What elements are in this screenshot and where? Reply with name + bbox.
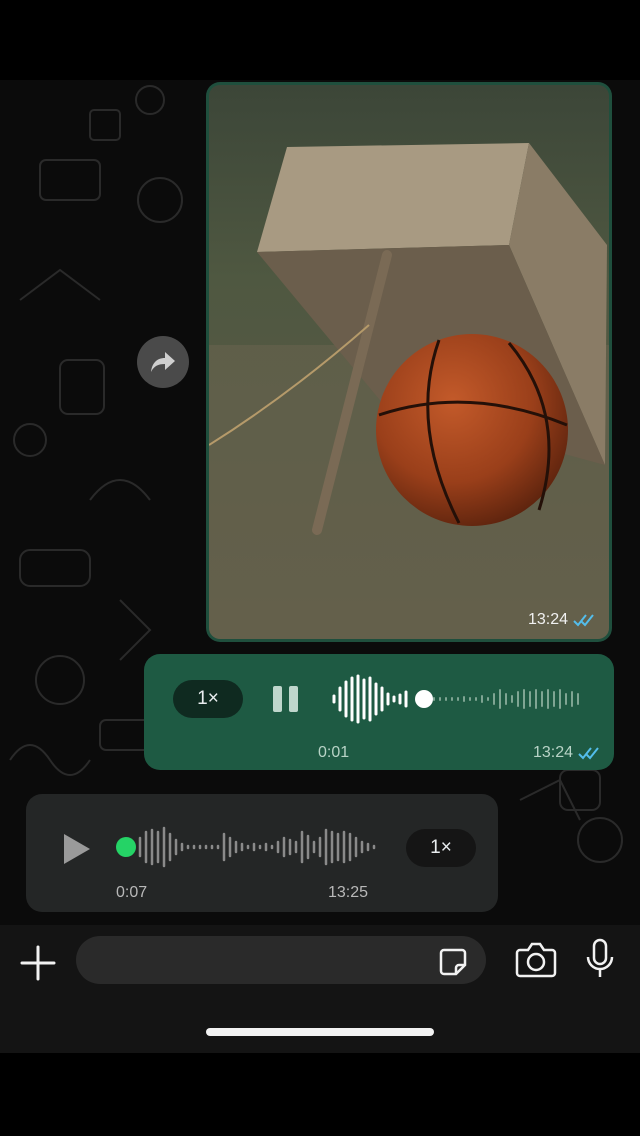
speed-label: 1× — [197, 688, 219, 709]
basketball-trap-photo[interactable]: 13:24 — [209, 85, 609, 639]
incoming-voice-message: 1× 0:07 13:25 — [26, 794, 498, 912]
voice-time: 13:24 — [532, 744, 573, 761]
bottom-safe-area — [0, 1053, 640, 1136]
camera-icon — [515, 942, 557, 978]
play-icon[interactable] — [64, 834, 90, 864]
incoming-waveform[interactable] — [114, 824, 376, 870]
double-check-icon — [573, 614, 594, 627]
voice-elapsed: 0:01 — [318, 744, 350, 761]
playback-speed-button[interactable]: 1× — [173, 680, 243, 718]
message-input-container[interactable] — [76, 936, 486, 986]
pause-icon — [273, 686, 282, 712]
mic-icon — [586, 938, 614, 977]
top-safe-area — [0, 0, 640, 80]
speed-label: 1× — [430, 837, 452, 858]
message-composer — [0, 925, 640, 1053]
message-input[interactable] — [94, 936, 428, 986]
forward-icon — [151, 352, 175, 372]
playhead[interactable] — [415, 690, 433, 708]
photo-illustration — [209, 85, 609, 639]
camera-button[interactable] — [514, 940, 558, 980]
chat-background: 13:24 1× 0:01 13:24 1× 0:07 13:25 — [0, 80, 640, 925]
sticker-button[interactable] — [438, 947, 468, 977]
image-time: 13:24 — [527, 611, 568, 628]
voice-time: 13:25 — [328, 884, 369, 901]
forward-button[interactable] — [137, 336, 189, 388]
playhead[interactable] — [116, 837, 136, 857]
attach-button[interactable] — [18, 943, 58, 983]
voice-record-button[interactable] — [584, 937, 616, 981]
home-indicator[interactable] — [206, 1028, 434, 1036]
outgoing-voice-message: 1× 0:01 13:24 — [144, 654, 614, 770]
voice-duration: 0:07 — [116, 884, 148, 901]
sticker-icon — [439, 948, 467, 976]
image-message-bubble[interactable]: 13:24 — [206, 82, 612, 642]
pause-button[interactable] — [272, 684, 302, 714]
playback-speed-button[interactable]: 1× — [406, 829, 476, 867]
image-timestamp-row: 13:24 — [528, 611, 595, 629]
double-check-icon — [578, 747, 599, 760]
voice-timestamp-row: 13:24 — [533, 744, 600, 762]
outgoing-waveform[interactable] — [330, 672, 590, 726]
plus-icon — [20, 945, 56, 981]
